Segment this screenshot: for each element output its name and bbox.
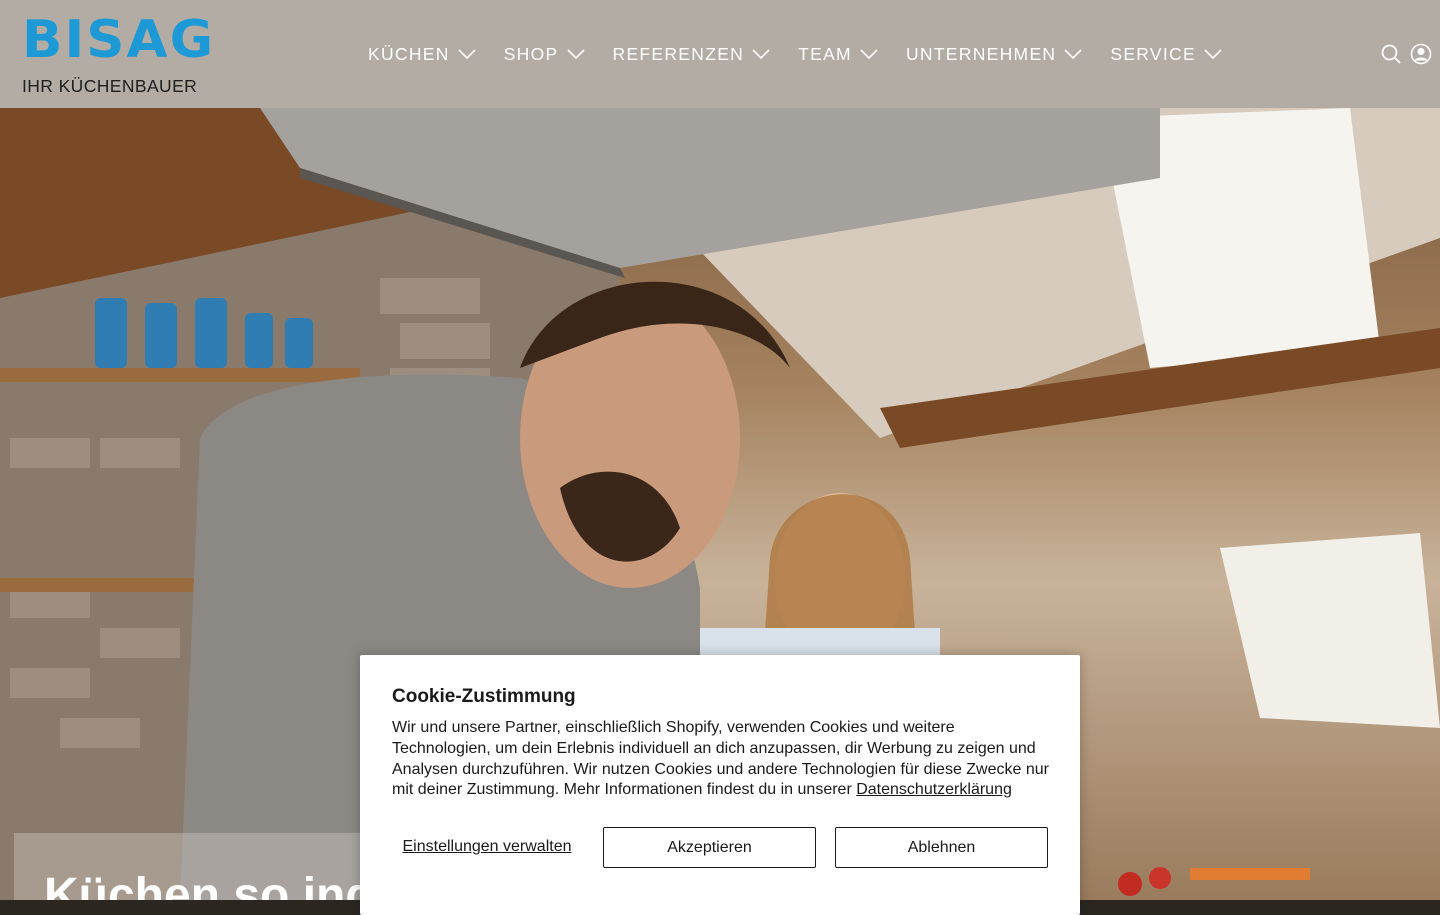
- search-icon[interactable]: [1380, 43, 1402, 65]
- nav-item-kuechen[interactable]: KÜCHEN: [368, 44, 476, 65]
- nav-item-label: KÜCHEN: [368, 43, 450, 64]
- site-header: BISAG IHR KÜCHENBAUER KÜCHEN SHOP REFERE…: [0, 0, 1440, 108]
- nav-item-label: SHOP: [503, 43, 559, 64]
- nav-item-unternehmen[interactable]: UNTERNEHMEN: [906, 44, 1082, 65]
- chevron-down-icon: [566, 49, 585, 59]
- manage-settings-button[interactable]: Einstellungen verwalten: [392, 827, 582, 867]
- accept-button[interactable]: Akzeptieren: [603, 827, 816, 868]
- cookie-consent-dialog: Cookie-Zustimmung Wir und unsere Partner…: [360, 655, 1080, 915]
- logo-mark: BISAG: [22, 10, 216, 70]
- decline-button[interactable]: Ablehnen: [835, 827, 1048, 868]
- nav-item-shop[interactable]: SHOP: [504, 44, 585, 65]
- cookie-title: Cookie-Zustimmung: [392, 686, 576, 707]
- chevron-down-icon: [458, 49, 476, 59]
- nav-item-label: TEAM: [798, 43, 852, 64]
- logo[interactable]: BISAG IHR KÜCHENBAUER: [22, 10, 216, 96]
- nav-item-label: SERVICE: [1110, 43, 1196, 64]
- nav-item-label: UNTERNEHMEN: [905, 43, 1057, 64]
- privacy-link[interactable]: Datenschutzerklärung: [856, 781, 1012, 798]
- chevron-down-icon: [1204, 49, 1222, 59]
- nav-item-team[interactable]: TEAM: [798, 44, 878, 65]
- nav-item-service[interactable]: SERVICE: [1110, 44, 1222, 65]
- cookie-text: Wir und unsere Partner, einschließlich S…: [392, 718, 1052, 801]
- main-nav: KÜCHEN SHOP REFERENZEN TEAM UNTERNEHMEN …: [368, 0, 1250, 108]
- hero-title: Küchen so ind: [44, 869, 375, 900]
- header-icons: [1380, 43, 1432, 65]
- chevron-down-icon: [1064, 49, 1082, 59]
- nav-item-referenzen[interactable]: REFERENZEN: [613, 44, 771, 65]
- user-account-icon[interactable]: [1410, 43, 1432, 65]
- chevron-down-icon: [860, 49, 878, 59]
- nav-item-label: REFERENZEN: [612, 43, 745, 64]
- chevron-down-icon: [752, 49, 770, 59]
- logo-tagline: IHR KÜCHENBAUER: [22, 76, 198, 96]
